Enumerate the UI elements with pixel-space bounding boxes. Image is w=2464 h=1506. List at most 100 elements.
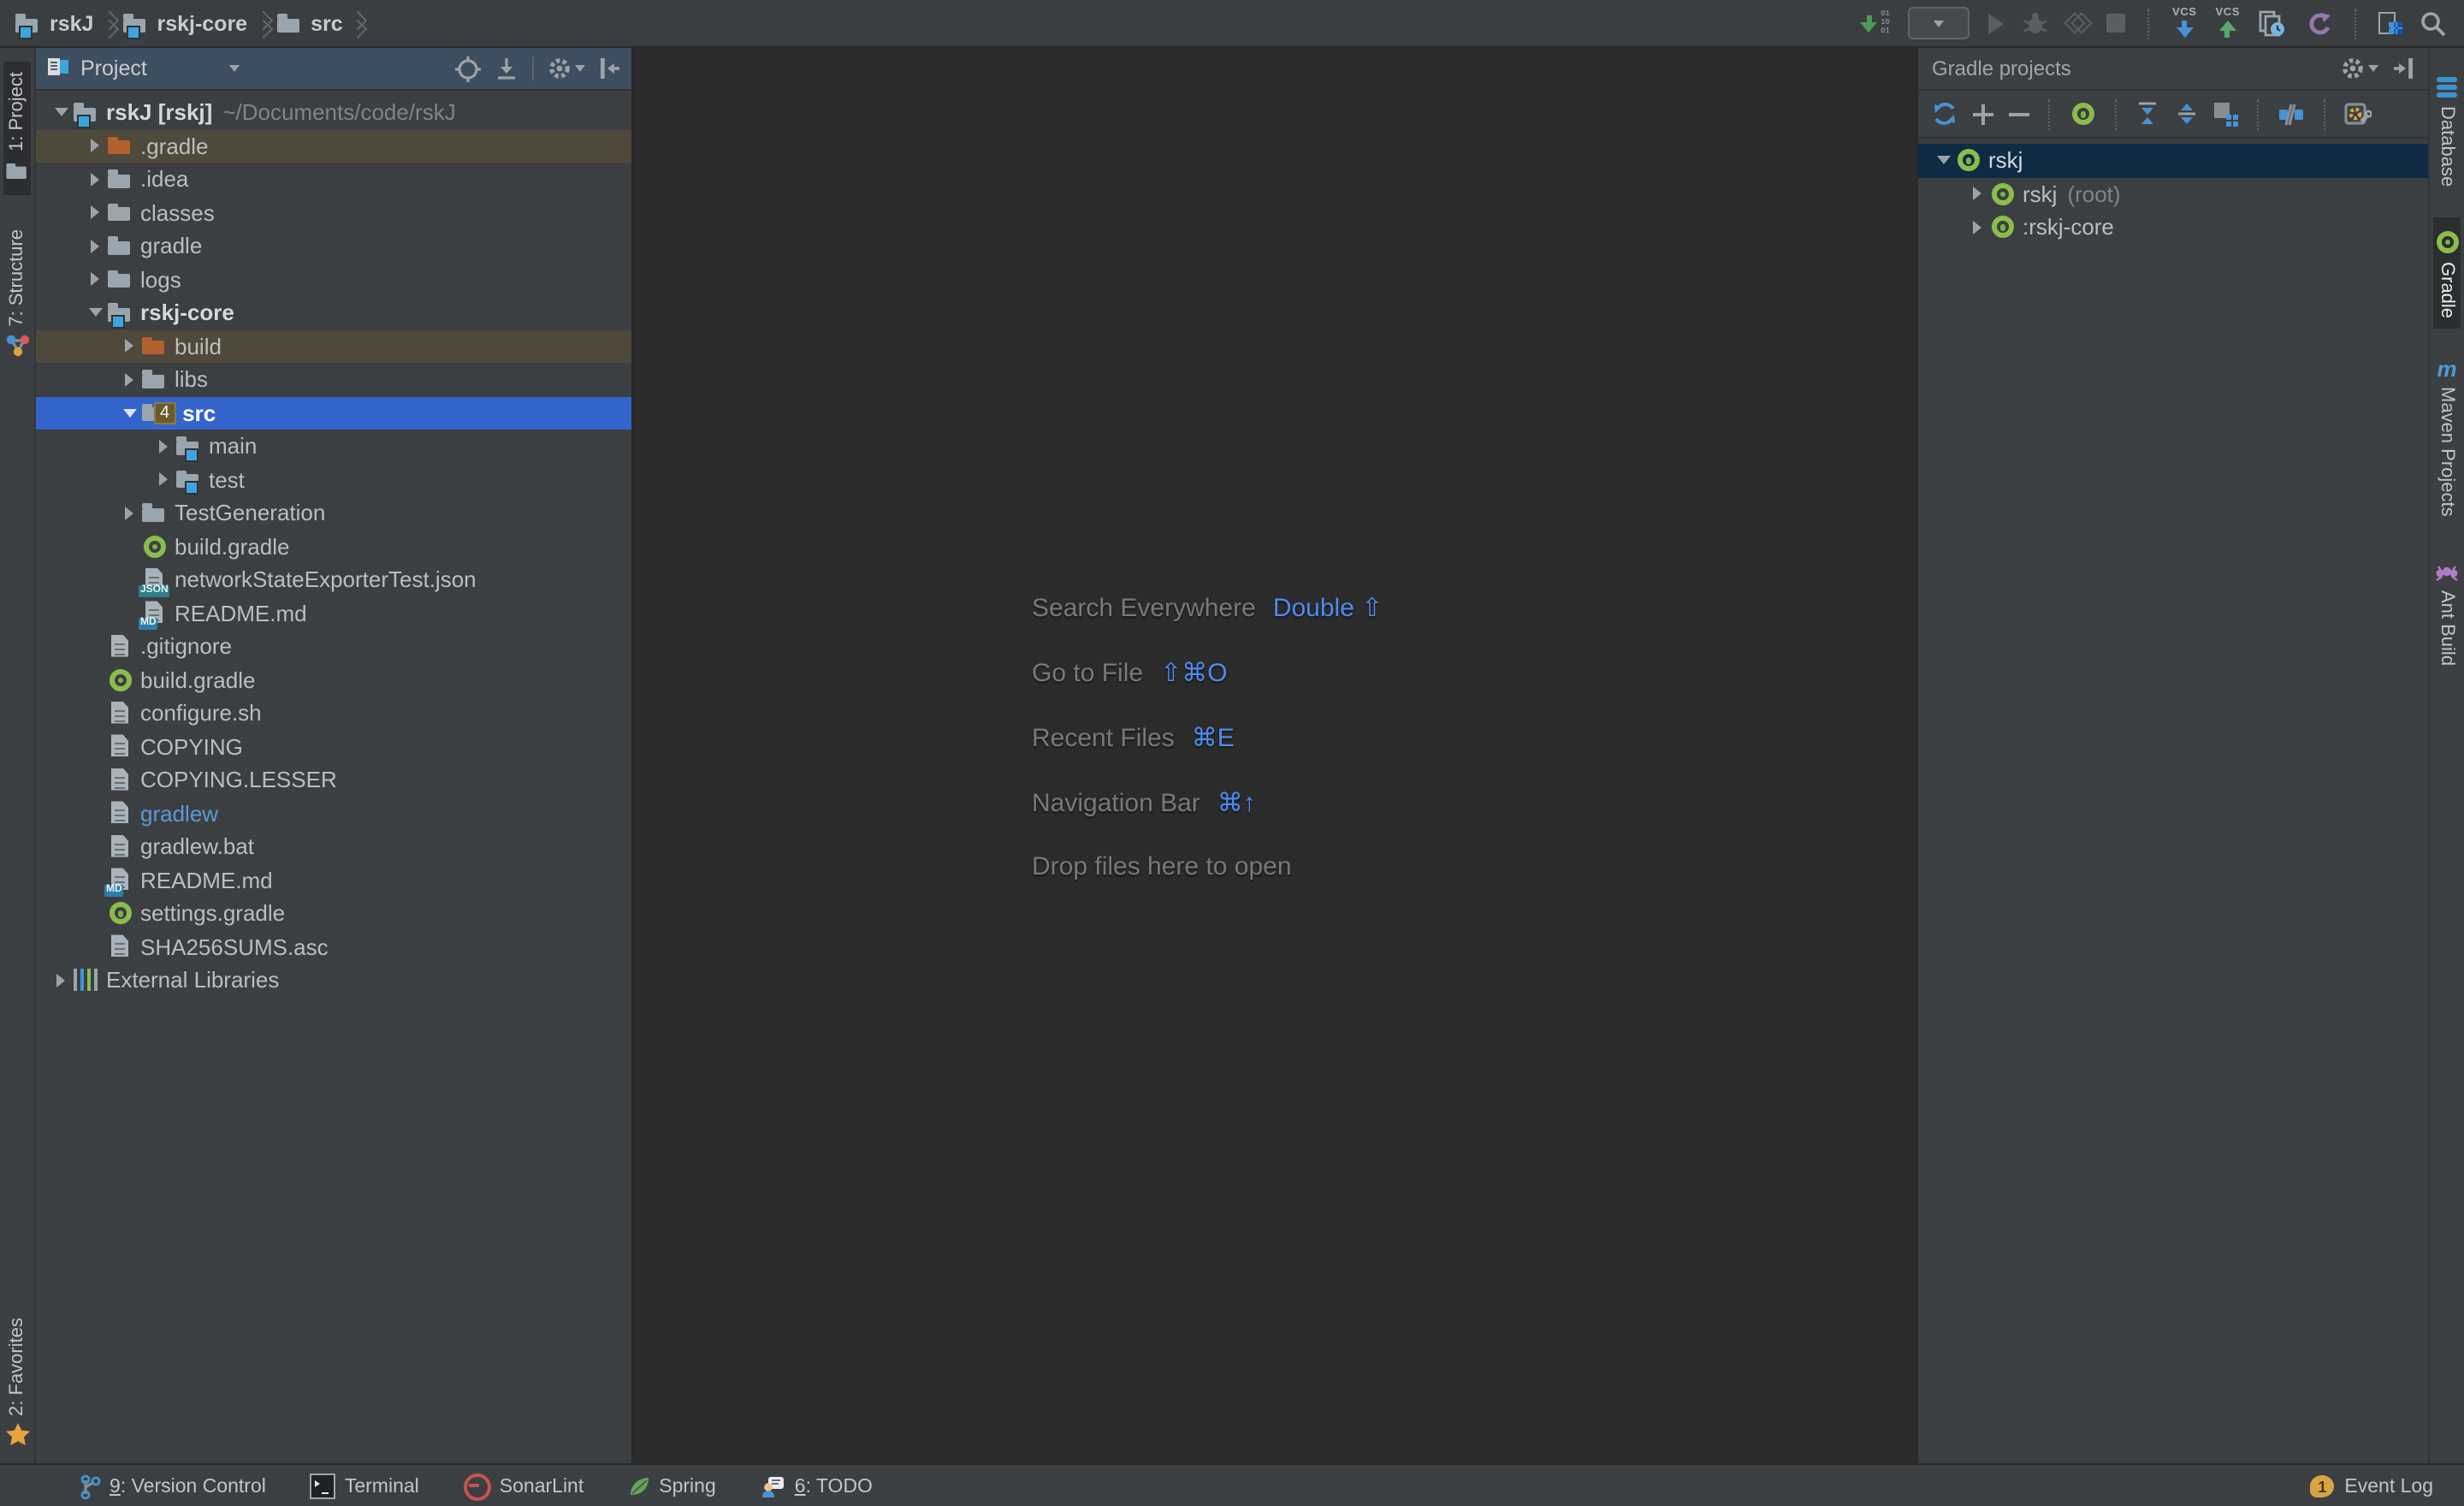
tree-row-logs[interactable]: logs	[36, 263, 631, 296]
toolwindow-button-maven[interactable]: m Maven Projects	[2437, 349, 2457, 527]
tree-label: build	[175, 334, 222, 359]
hide-panel-icon[interactable]	[599, 56, 621, 80]
maven-icon: m	[2437, 359, 2456, 380]
tree-row-readme-core[interactable]: MD README.md	[36, 596, 631, 630]
tree-row-settings-gradle[interactable]: settings.gradle	[36, 897, 631, 930]
tree-row-rskj-core[interactable]: rskj-core	[36, 296, 631, 329]
tree-row-root[interactable]: rskJ [rskj] ~/Documents/code/rskJ	[36, 96, 631, 129]
toolwindow-button-structure[interactable]: 7: Structure	[4, 220, 30, 369]
hide-panel-icon[interactable]	[2392, 56, 2414, 80]
toolwindow-button-favorites[interactable]: 2: Favorites	[4, 1307, 30, 1456]
status-sonarlint[interactable]: SonarLint	[464, 1473, 583, 1500]
tree-row-build-gradle[interactable]: build.gradle	[36, 663, 631, 697]
chevron-collapsed-icon[interactable]	[84, 130, 106, 163]
tree-row-readme[interactable]: MD README.md	[36, 863, 631, 897]
status-event-log[interactable]: 1 Event Log	[2310, 1475, 2433, 1497]
chevron-collapsed-icon[interactable]	[118, 497, 140, 530]
breadcrumb-item-rskj-core[interactable]: rskj-core	[121, 9, 247, 37]
collapse-all-icon[interactable]	[2175, 101, 2199, 127]
editor-area[interactable]: Search EverywhereDouble ⇧ Go to File⇧⌘O …	[633, 48, 1916, 1463]
tree-row-gradlew[interactable]: gradlew	[36, 797, 631, 830]
gear-icon[interactable]	[548, 56, 585, 80]
recent-changes-icon[interactable]	[2259, 9, 2286, 37]
tree-row-test[interactable]: test	[36, 463, 631, 496]
chevron-collapsed-icon[interactable]	[1966, 178, 1988, 210]
breadcrumb-item-rskj[interactable]: rskJ	[14, 9, 93, 37]
tree-label: :rskj-core	[2023, 215, 2114, 240]
project-structure-icon[interactable]	[2378, 12, 2401, 34]
refresh-gradle-icon[interactable]	[1932, 101, 1958, 127]
text-file-icon	[106, 633, 133, 661]
update-project-icon[interactable]: 011001	[1860, 10, 1890, 36]
chevron-collapsed-icon[interactable]	[152, 464, 175, 496]
toolwindow-button-ant[interactable]: Ant Build	[2435, 551, 2459, 676]
toolwindow-button-gradle[interactable]: Gradle	[2433, 217, 2461, 329]
chevron-collapsed-icon[interactable]	[1966, 211, 1988, 244]
tree-row-classes[interactable]: classes	[36, 196, 631, 229]
tree-row-build[interactable]: build	[36, 329, 631, 363]
tree-row-src-selected[interactable]: 4 src	[36, 396, 631, 430]
status-spring[interactable]: Spring	[628, 1475, 716, 1497]
view-dropdown-icon[interactable]	[229, 65, 240, 72]
rollback-icon[interactable]	[2305, 9, 2332, 37]
text-file-icon	[106, 700, 133, 727]
gear-icon[interactable]	[2341, 56, 2378, 80]
chevron-collapsed-icon[interactable]	[84, 163, 106, 196]
locate-icon[interactable]	[455, 56, 481, 81]
status-version-control[interactable]: 9: Version Control	[79, 1474, 266, 1498]
run-gradle-task-icon[interactable]	[2069, 100, 2096, 127]
toolwindow-button-project[interactable]: 1: Project	[3, 62, 31, 196]
vcs-commit-icon[interactable]: VCS	[2215, 9, 2240, 39]
tree-row-libs[interactable]: libs	[36, 363, 631, 396]
detach-project-icon[interactable]	[2009, 104, 2029, 124]
tree-row-copying[interactable]: COPYING	[36, 730, 631, 763]
chevron-collapsed-icon[interactable]	[84, 230, 106, 263]
gradle-settings-icon[interactable]	[2344, 101, 2372, 127]
tree-row-gradlew-bat[interactable]: gradlew.bat	[36, 830, 631, 863]
attach-project-icon[interactable]	[1973, 104, 1993, 124]
tree-row-testgeneration[interactable]: TestGeneration	[36, 496, 631, 530]
chevron-expanded-icon[interactable]	[118, 397, 140, 430]
tree-label: build.gradle	[140, 667, 255, 693]
run-configuration-dropdown[interactable]	[1909, 7, 1970, 39]
chevron-collapsed-icon[interactable]	[152, 430, 175, 463]
breadcrumb-label: rskJ	[50, 11, 93, 35]
chevron-right-icon	[350, 9, 364, 37]
chevron-expanded-icon[interactable]	[50, 97, 72, 129]
tree-row-build-gradle-core[interactable]: build.gradle	[36, 530, 631, 563]
gradle-row-rskj[interactable]: rskj	[1918, 144, 2428, 177]
chevron-collapsed-icon[interactable]	[84, 197, 106, 229]
tree-row-gradle[interactable]: gradle	[36, 229, 631, 263]
search-icon[interactable]	[2420, 9, 2447, 37]
tree-row-idea[interactable]: .idea	[36, 163, 631, 196]
gradle-row-rskj-root[interactable]: rskj (root)	[1918, 177, 2428, 210]
tree-row-sha256sums[interactable]: SHA256SUMS.asc	[36, 930, 631, 963]
toggle-offline-icon[interactable]	[2277, 102, 2305, 126]
tree-row-main[interactable]: main	[36, 430, 631, 463]
tree-label: libs	[175, 367, 208, 393]
chevron-collapsed-icon[interactable]	[118, 330, 140, 363]
chevron-expanded-icon[interactable]	[1932, 145, 1954, 177]
tree-row-gradle-dir[interactable]: .gradle	[36, 129, 631, 163]
expand-all-icon[interactable]	[2135, 101, 2159, 127]
tree-row-external-libraries[interactable]: External Libraries	[36, 963, 631, 997]
gradle-row-rskj-core[interactable]: :rskj-core	[1918, 210, 2428, 244]
no-chevron	[84, 731, 106, 763]
gradle-file-icon	[106, 667, 133, 694]
chevron-collapsed-icon[interactable]	[50, 964, 72, 997]
vcs-update-icon[interactable]: VCS	[2172, 9, 2197, 39]
chevron-expanded-icon[interactable]	[84, 297, 106, 329]
gradle-tree: rskj rskj (root) :rskj-core	[1918, 139, 2428, 244]
tree-row-gitignore[interactable]: .gitignore	[36, 630, 631, 663]
toolwindow-button-database[interactable]: Database	[2435, 65, 2459, 197]
status-todo[interactable]: 6: TODO	[761, 1474, 873, 1498]
tree-row-networkstateexportertest[interactable]: JSON networkStateExporterTest.json	[36, 563, 631, 596]
run-configurations-icon[interactable]	[2214, 102, 2238, 126]
tree-row-configure-sh[interactable]: configure.sh	[36, 697, 631, 730]
chevron-collapsed-icon[interactable]	[84, 264, 106, 296]
status-terminal[interactable]: Terminal	[311, 1473, 419, 1499]
tree-row-copying-lesser[interactable]: COPYING.LESSER	[36, 763, 631, 797]
chevron-collapsed-icon[interactable]	[118, 364, 140, 396]
collapse-all-icon[interactable]	[495, 56, 518, 81]
breadcrumb-item-src[interactable]: src	[275, 9, 343, 37]
